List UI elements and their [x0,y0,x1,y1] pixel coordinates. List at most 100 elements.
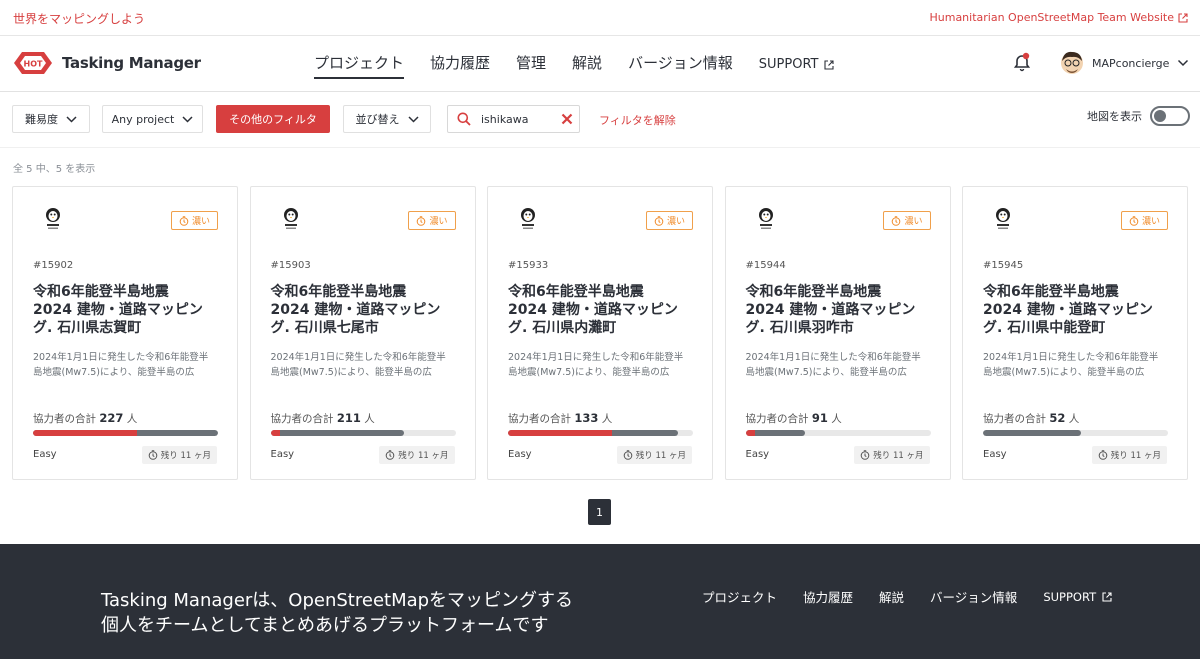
project-card[interactable]: 濃い #15944 令和6年能登半島地震2024 建物・道路マッピング. 石川県羽咋… [724,186,951,480]
close-icon[interactable] [561,113,573,125]
organisation-logo-icon [521,208,535,229]
clock-icon [1098,450,1108,460]
project-description: 2024年1月1日に発生した令和6年能登半島地震(Mw7.5)により、能登半島の… [33,352,209,378]
external-link-icon [824,59,835,70]
sort-dropdown[interactable]: 並び替え [343,105,431,133]
footer-nav-projects[interactable]: プロジェクト [702,587,777,606]
chevron-down-icon [66,115,77,123]
progress-bar [745,430,931,436]
nav-manage[interactable]: 管理 [516,52,546,79]
mapped-progress [270,430,280,436]
nav-about[interactable]: バージョン情報 [628,52,733,79]
project-card[interactable]: 濃い #15902 令和6年能登半島地震2024 建物・道路マッピング. 石川県志賀… [12,186,238,480]
footer-nav-learn[interactable]: 解説 [879,587,904,606]
difficulty-label: Easy [33,449,57,460]
footer-nav-about[interactable]: バージョン情報 [930,587,1017,606]
contributors-label: 協力者の合計 [745,413,809,425]
more-filters-button[interactable]: その他のフィルタ [216,105,330,133]
contributors-summary: 協力者の合計 227 人 [33,411,137,426]
contributors-count: 227 [99,411,124,425]
urgency-badge: 濃い [883,211,931,230]
project-title[interactable]: 令和6年能登半島地震2024 建物・道路マッピング. 石川県七尾市 [271,283,441,337]
clock-icon [1129,215,1139,226]
clear-filters-link[interactable]: フィルタを解除 [599,112,676,128]
organisation-logo-icon [283,208,298,229]
project-id: #15944 [745,260,786,271]
bell-icon [1013,52,1031,72]
contributors-count: 52 [1049,411,1066,425]
project-card[interactable]: 濃い #15933 令和6年能登半島地震2024 建物・道路マッピング. 石川県内灘… [487,186,713,480]
top-bar: 世界をマッピングしよう Humanitarian OpenStreetMap T… [0,0,1200,36]
project-title[interactable]: 令和6年能登半島地震2024 建物・道路マッピング. 石川県志賀町 [33,283,203,337]
app-name: Tasking Manager [62,54,201,72]
nav-projects[interactable]: プロジェクト [314,52,405,79]
footer-tagline-line2: 個人をチームとしてまとめあげるプラットフォームです [101,615,549,636]
hot-website-label: Humanitarian OpenStreetMap Team Website [929,11,1174,24]
time-remaining-label: 残り 11 ヶ月 [160,451,211,461]
project-title[interactable]: 令和6年能登半島地震2024 建物・道路マッピング. 石川県羽咋市 [746,283,916,337]
organisation-logo-icon [996,208,1010,229]
map-toggle-switch[interactable] [1150,106,1190,126]
organisation-logo-icon [46,208,60,229]
clock-icon [179,215,189,226]
project-title[interactable]: 令和6年能登半島地震2024 建物・道路マッピング. 石川県内灘町 [508,283,678,337]
project-card[interactable]: 濃い #15945 令和6年能登半島地震2024 建物・道路マッピング. 石川県中能… [962,186,1188,480]
organisation-logo-icon [758,208,773,229]
project-type-dropdown[interactable]: Any project [102,105,203,133]
time-remaining-label: 残り 11 ヶ月 [1110,451,1161,461]
footer-nav-contributions[interactable]: 協力履歴 [803,587,853,606]
hot-website-link[interactable]: Humanitarian OpenStreetMap Team Website [929,11,1188,24]
difficulty-label: Easy [508,449,532,460]
time-remaining-badge: 残り 11 ヶ月 [379,446,455,464]
time-remaining-badge: 残り 11 ヶ月 [854,446,930,464]
project-description: 2024年1月1日に発生した令和6年能登半島地震(Mw7.5)により、能登半島の… [745,352,921,378]
contributors-summary: 協力者の合計 91 人 [746,411,842,426]
mapped-progress [508,430,612,436]
clock-icon [417,215,426,226]
progress-bar [983,430,1168,436]
difficulty-dropdown[interactable]: 難易度 [12,105,90,133]
urgency-badge: 濃い [645,211,693,230]
project-card[interactable]: 濃い #15903 令和6年能登半島地震2024 建物・道路マッピング. 石川県七尾… [249,186,476,480]
contributors-label: 協力者の合計 [33,413,96,425]
chevron-down-icon [182,115,193,123]
nav-support-label: SUPPORT [758,57,819,72]
difficulty-label: Easy [745,449,770,460]
progress-bar [33,430,218,436]
map-toggle-label: 地図を表示 [1087,110,1142,123]
contributors-label: 協力者の合計 [508,413,571,425]
chevron-down-icon [407,115,419,123]
logo[interactable]: HOT Tasking Manager [12,49,201,77]
project-title[interactable]: 令和6年能登半島地震2024 建物・道路マッピング. 石川県中能登町 [983,283,1153,337]
contributors-unit: 人 [126,413,138,425]
nav-support[interactable]: SUPPORT [759,52,835,79]
footer-tagline: Tasking Managerは、OpenStreetMapをマッピングする 個… [101,588,621,638]
contributors-summary: 協力者の合計 133 人 [508,411,612,426]
slogan: 世界をマッピングしよう [13,12,146,26]
pagination-page[interactable]: 1 [588,499,611,525]
sort-label: 並び替え [355,113,400,126]
footer: Tasking Managerは、OpenStreetMapをマッピングする 個… [0,544,1200,659]
time-remaining-badge: 残り 11 ヶ月 [616,446,692,464]
project-description: 2024年1月1日に発生した令和6年能登半島地震(Mw7.5)により、能登半島の… [508,352,684,378]
urgency-badge: 濃い [170,211,218,230]
difficulty-label: Easy [983,449,1007,460]
footer-nav-support[interactable]: SUPPORT [1043,587,1112,606]
contributors-unit: 人 [1068,413,1080,425]
nav-contributions[interactable]: 協力履歴 [430,52,490,79]
clock-icon [385,450,395,460]
organisation-logo [756,207,776,235]
search-input[interactable]: ishikawa [481,113,561,126]
validated-progress [270,430,404,436]
organisation-logo [993,207,1013,235]
nav-learn[interactable]: 解説 [572,52,602,79]
main-header: HOT Tasking Manager プロジェクト 協力履歴 管理 解説 バー… [0,36,1200,92]
username: MAPconcierge [1092,56,1170,70]
notifications-button[interactable] [1013,52,1031,76]
result-count: 全 5 中、5 を表示 [13,164,96,175]
validated-progress [983,430,1082,436]
user-menu[interactable]: MAPconcierge [1060,50,1189,76]
footer-support-label: SUPPORT [1043,589,1097,604]
map-toggle[interactable]: 地図を表示 [1087,106,1190,126]
clock-icon [148,450,158,460]
